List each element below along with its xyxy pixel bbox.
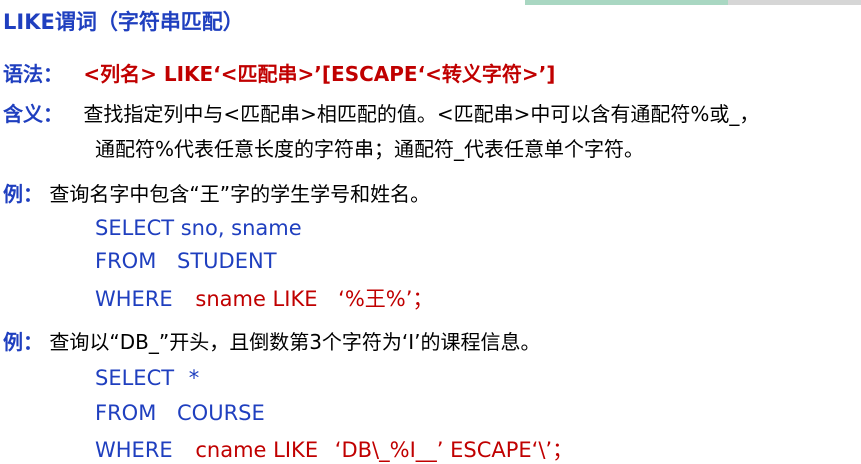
- sql-select-star: *: [188, 366, 200, 390]
- meaning-label: 含义：: [3, 102, 63, 126]
- syntax-row: 语法： <列名> LIKE‘<匹配串>’[ESCAPE‘<转义字符>’]: [3, 58, 555, 87]
- sql-where-condition: cname LIKE: [195, 438, 319, 462]
- example1-sql-from: FROM STUDENT: [95, 249, 277, 273]
- sql-keyword-where: WHERE: [95, 287, 173, 311]
- top-accent-bar-gray: [728, 0, 861, 5]
- sql-keyword-from: FROM: [95, 249, 157, 273]
- sql-table-name: COURSE: [177, 401, 265, 425]
- syntax-label: 语法：: [3, 62, 63, 86]
- syntax-text: <列名> LIKE‘<匹配串>’[ESCAPE‘<转义字符>’]: [83, 62, 556, 86]
- meaning-line-1: 查找指定列中与<匹配串>相匹配的值。<匹配串>中可以含有通配符%或_，: [83, 102, 760, 126]
- example1-sql-select: SELECT sno, sname: [95, 216, 302, 240]
- example1-row: 例： 查询名字中包含“王”字的学生学号和姓名。: [3, 178, 430, 207]
- sql-table-name: STUDENT: [177, 249, 277, 273]
- top-accent-bar-green: [525, 0, 728, 5]
- sql-keyword-from: FROM: [95, 401, 157, 425]
- example2-sql-select: SELECT *: [95, 366, 199, 390]
- example1-text: 查询名字中包含“王”字的学生学号和姓名。: [49, 182, 431, 206]
- example1-label: 例：: [3, 182, 43, 206]
- sql-where-condition: sname LIKE: [195, 287, 318, 311]
- example2-label: 例：: [3, 330, 43, 354]
- example2-row: 例： 查询以“DB_”开头，且倒数第3个字符为‘I’的课程信息。: [3, 326, 541, 355]
- example2-text: 查询以“DB_”开头，且倒数第3个字符为‘I’的课程信息。: [49, 330, 541, 354]
- sql-where-pattern: ‘DB\_%I__’ ESCAPE‘\’；: [334, 438, 574, 462]
- example1-sql-where: WHERE sname LIKE ‘%王%’；: [95, 283, 433, 313]
- meaning-line-2: 通配符%代表任意长度的字符串；通配符_代表任意单个字符。: [95, 137, 645, 161]
- meaning-row: 含义： 查找指定列中与<匹配串>相匹配的值。<匹配串>中可以含有通配符%或_，: [3, 98, 759, 127]
- sql-keyword-where: WHERE: [95, 438, 173, 462]
- example2-sql-from: FROM COURSE: [95, 401, 265, 425]
- example2-sql-where: WHERE cname LIKE ‘DB\_%I__’ ESCAPE‘\’；: [95, 434, 573, 464]
- sql-keyword-select: SELECT: [95, 366, 175, 390]
- sql-where-pattern: ‘%王%’；: [338, 287, 434, 311]
- slide-title: LIKE谓词（字符串匹配）: [3, 10, 244, 34]
